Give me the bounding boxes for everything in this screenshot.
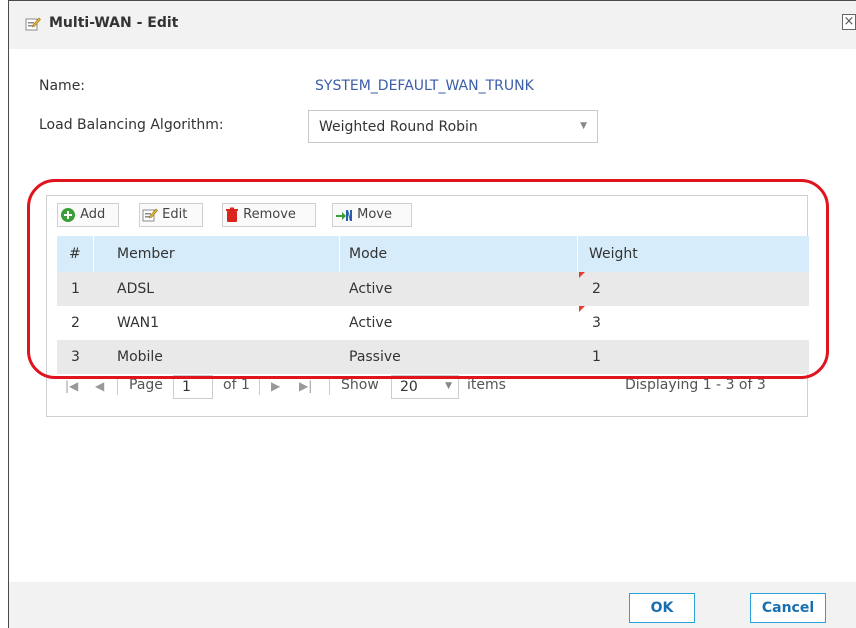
move-button[interactable]: Move: [332, 203, 412, 227]
page-count: of 1: [223, 377, 250, 393]
row-index: 2: [71, 315, 80, 331]
table-row[interactable]: 3 Mobile Passive 1: [57, 340, 809, 374]
dialog-titlebar: Multi-WAN - Edit ×: [9, 1, 856, 49]
displaying-summary: Displaying 1 - 3 of 3: [625, 377, 766, 393]
table-row[interactable]: 1 ADSL Active 2: [57, 272, 809, 306]
next-page-icon[interactable]: ▶: [271, 379, 280, 393]
add-icon: [61, 207, 75, 222]
row-mode: Active: [349, 281, 393, 297]
trash-icon: [226, 207, 238, 222]
row-weight[interactable]: 3: [592, 315, 601, 331]
move-icon: [336, 209, 352, 221]
multi-wan-edit-dialog: Multi-WAN - Edit × Name: SYSTEM_DEFAULT_…: [8, 0, 856, 628]
last-page-icon[interactable]: ▶|: [299, 379, 312, 393]
modified-marker: [579, 306, 585, 312]
previous-page-icon[interactable]: ◀: [95, 379, 104, 393]
row-weight[interactable]: 2: [592, 281, 601, 297]
ok-button[interactable]: OK: [629, 593, 695, 623]
edit-button[interactable]: Edit: [139, 203, 203, 227]
row-member: ADSL: [117, 281, 155, 297]
members-grid: Add Edit Remove Move # Member Mode Weigh…: [46, 195, 809, 417]
page-number-input[interactable]: 1: [173, 375, 213, 399]
dialog-footer: OK Cancel: [9, 582, 856, 628]
items-label: items: [467, 377, 506, 393]
page-size-value: 20: [400, 379, 418, 395]
close-icon: ×: [843, 14, 855, 29]
column-header-index[interactable]: #: [69, 246, 81, 262]
row-weight[interactable]: 1: [592, 349, 601, 365]
algorithm-select[interactable]: Weighted Round Robin ▼: [308, 110, 598, 143]
move-button-label: Move: [357, 207, 393, 222]
row-index: 1: [71, 281, 80, 297]
table-header: # Member Mode Weight: [57, 236, 809, 273]
column-header-member[interactable]: Member: [117, 246, 175, 262]
row-member: Mobile: [117, 349, 163, 365]
pagination-bar: |◀ ◀ Page 1 of 1 ▶ ▶| Show 20 ▼ items Di…: [57, 373, 809, 401]
chevron-down-icon: ▼: [580, 121, 587, 131]
page-size-select[interactable]: 20 ▼: [391, 375, 459, 399]
edit-button-label: Edit: [162, 207, 188, 222]
close-button[interactable]: ×: [842, 14, 856, 30]
remove-button-label: Remove: [243, 207, 296, 222]
cancel-button[interactable]: Cancel: [750, 593, 826, 623]
show-label: Show: [341, 377, 379, 393]
column-header-weight[interactable]: Weight: [589, 246, 638, 262]
name-label: Name:: [39, 78, 86, 94]
name-value: SYSTEM_DEFAULT_WAN_TRUNK: [315, 78, 534, 94]
add-button[interactable]: Add: [57, 203, 119, 227]
chevron-down-icon: ▼: [445, 381, 452, 391]
algorithm-select-value: Weighted Round Robin: [319, 119, 478, 135]
dialog-title: Multi-WAN - Edit: [49, 15, 179, 31]
page-label: Page: [129, 377, 163, 393]
modified-marker: [579, 272, 585, 278]
algorithm-label: Load Balancing Algorithm:: [39, 117, 224, 133]
add-button-label: Add: [80, 207, 106, 222]
row-index: 3: [71, 349, 80, 365]
first-page-icon[interactable]: |◀: [65, 379, 78, 393]
row-member: WAN1: [117, 315, 160, 331]
row-mode: Active: [349, 315, 393, 331]
table-row[interactable]: 2 WAN1 Active 3: [57, 306, 809, 340]
remove-button[interactable]: Remove: [222, 203, 316, 227]
edit-icon: [142, 208, 158, 221]
column-header-mode[interactable]: Mode: [349, 246, 387, 262]
edit-icon: [25, 16, 41, 32]
row-mode: Passive: [349, 349, 401, 365]
